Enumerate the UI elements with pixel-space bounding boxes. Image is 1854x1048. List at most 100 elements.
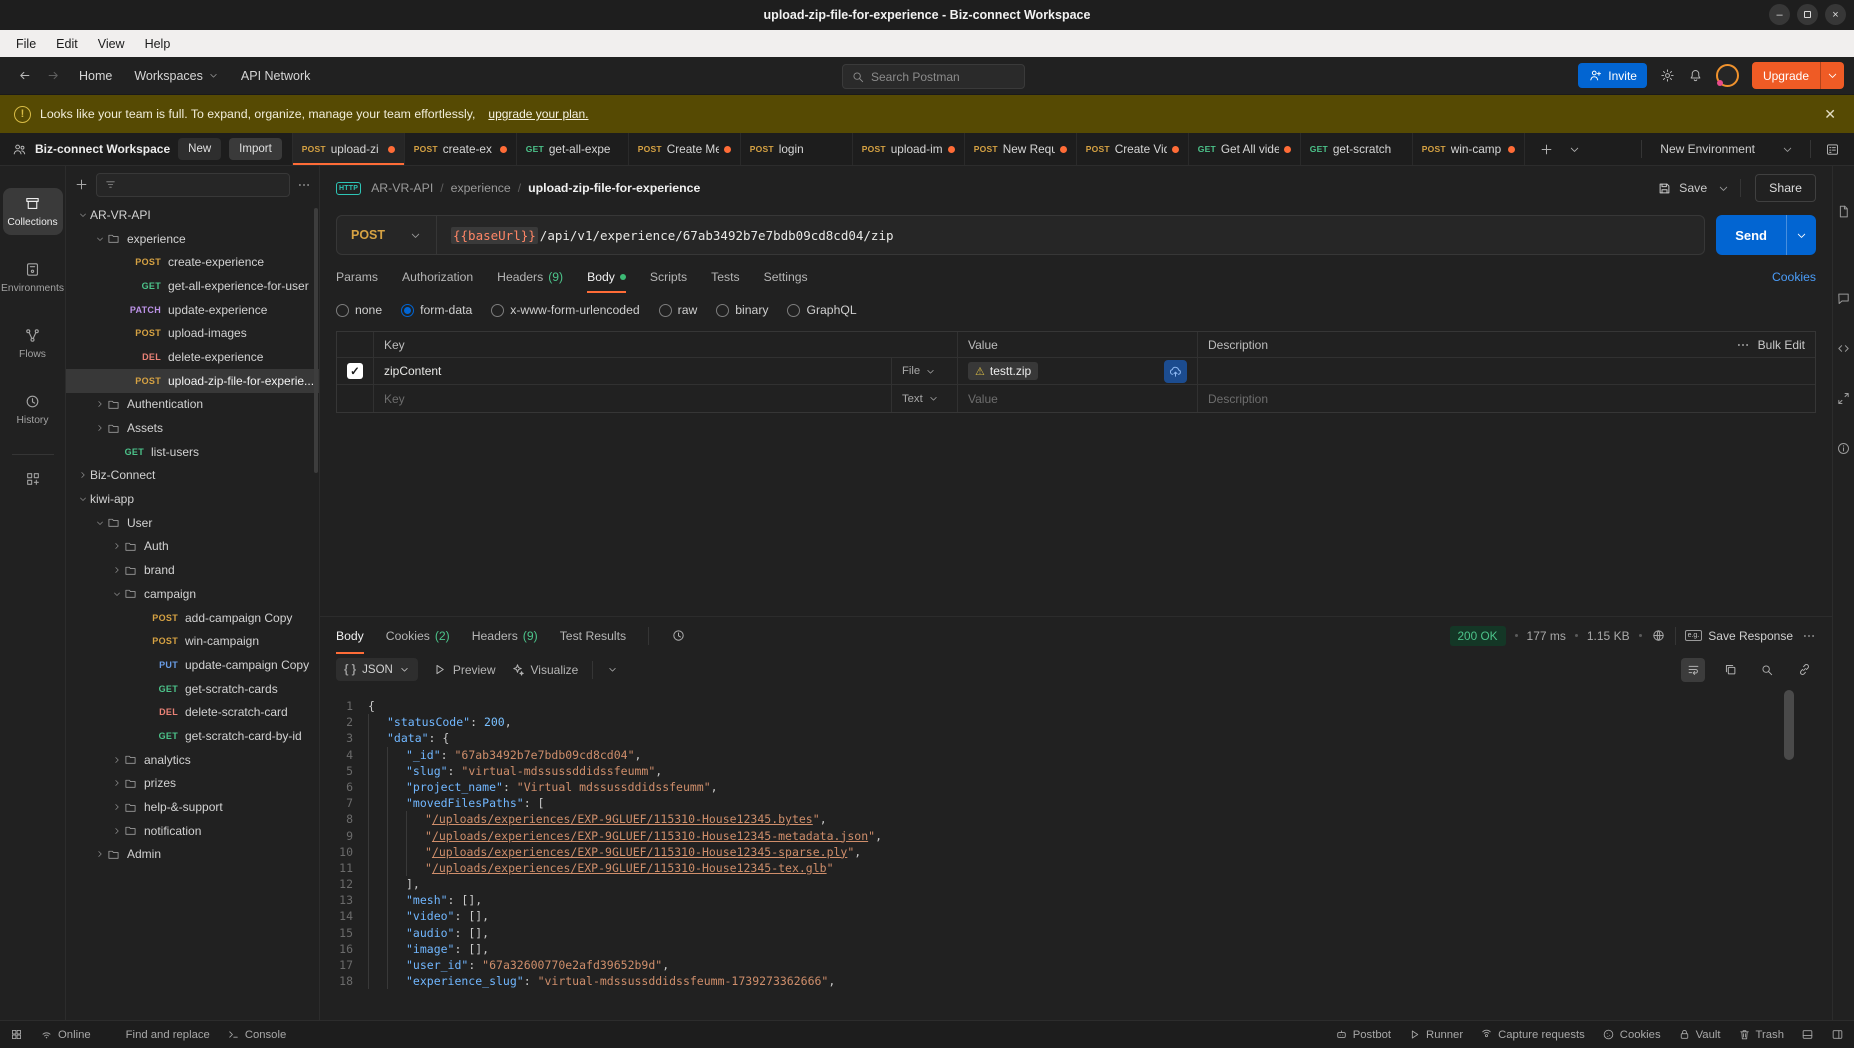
import-button[interactable]: Import	[229, 138, 282, 160]
row-checkbox[interactable]: ✓	[347, 363, 363, 379]
upload-file-icon[interactable]	[1164, 360, 1187, 383]
bell-icon[interactable]	[1688, 68, 1703, 83]
statusbar-cookies[interactable]: Cookies	[1602, 1028, 1661, 1041]
documentation-icon[interactable]	[1836, 204, 1851, 219]
copy-icon[interactable]	[1718, 658, 1742, 682]
tree-request-win-campaign[interactable]: POSTwin-campaign	[66, 629, 319, 653]
preview-button[interactable]: Preview	[432, 662, 496, 677]
tree-request-upload-zip-file-for-experie-[interactable]: POSTupload-zip-file-for-experie...	[66, 369, 319, 393]
menu-help[interactable]: Help	[135, 34, 181, 54]
radio-icon[interactable]	[336, 304, 349, 317]
chevron-down-icon[interactable]	[93, 234, 107, 244]
tab-menu-chevron-icon[interactable]	[1568, 143, 1581, 156]
chevron-right-icon[interactable]	[110, 755, 124, 765]
share-button[interactable]: Share	[1755, 174, 1816, 202]
forward-arrow-icon[interactable]	[46, 68, 61, 83]
invite-button[interactable]: Invite	[1578, 63, 1647, 88]
tree-request-get-all-experience-for-user[interactable]: GETget-all-experience-for-user	[66, 274, 319, 298]
request-tab-win-camp[interactable]: POSTwin-camp	[1413, 133, 1525, 165]
sidebar-filter-input[interactable]	[96, 173, 290, 197]
upgrade-plan-link[interactable]: upgrade your plan.	[488, 107, 588, 121]
tab-headers[interactable]: Headers(9)	[497, 260, 563, 293]
body-type-binary[interactable]: binary	[716, 303, 768, 317]
tree-folder-admin[interactable]: Admin	[66, 843, 319, 867]
sidebar-more-icon[interactable]	[297, 178, 311, 192]
request-tab-get-all-expe[interactable]: GETget-all-expe	[517, 133, 629, 165]
request-tab-create-me[interactable]: POSTCreate Me	[629, 133, 741, 165]
menu-view[interactable]: View	[88, 34, 135, 54]
chevron-down-icon[interactable]	[110, 589, 124, 599]
more-tools-icon[interactable]	[25, 471, 41, 487]
format-select[interactable]: { } JSON	[336, 658, 418, 681]
add-tab-icon[interactable]	[1539, 142, 1554, 157]
file-path-link[interactable]: /uploads/experiences/EXP-9GLUEF/115310-H…	[432, 860, 827, 876]
file-path-link[interactable]: /uploads/experiences/EXP-9GLUEF/115310-H…	[432, 811, 813, 827]
statusbar-trash[interactable]: Trash	[1738, 1028, 1784, 1041]
menu-edit[interactable]: Edit	[46, 34, 88, 54]
tree-request-create-experience[interactable]: POSTcreate-experience	[66, 250, 319, 274]
code-scrollbar[interactable]	[1784, 690, 1794, 760]
statusbar-grid-icon[interactable]	[10, 1028, 23, 1041]
tab-body[interactable]: Body	[587, 260, 626, 293]
tree-request-update-campaign-copy[interactable]: PUTupdate-campaign Copy	[66, 653, 319, 677]
tree-folder-brand[interactable]: brand	[66, 558, 319, 582]
value-cell[interactable]: ⚠ testt.zip	[958, 358, 1198, 385]
url-input[interactable]: {{baseUrl}} /api/v1/experience/67ab3492b…	[437, 227, 908, 244]
chevron-right-icon[interactable]	[110, 826, 124, 836]
radio-icon[interactable]	[491, 304, 504, 317]
response-tab-body[interactable]: Body	[336, 617, 364, 654]
response-body-viewer[interactable]: 1{2"statusCode": 200,3"data": {4"_id": "…	[320, 685, 1832, 1020]
statusbar-panel-right-icon[interactable]	[1831, 1028, 1844, 1041]
menu-file[interactable]: File	[6, 34, 46, 54]
related-requests-icon[interactable]	[1836, 391, 1851, 406]
request-tab-upload-zi[interactable]: POSTupload-zi	[293, 133, 405, 165]
send-button[interactable]: Send	[1716, 215, 1816, 255]
radio-icon[interactable]	[659, 304, 672, 317]
sidebar-item-environments[interactable]: Environments	[3, 254, 63, 301]
save-response-button[interactable]: e.g.Save Response	[1685, 629, 1793, 643]
statusbar-capture-requests[interactable]: Capture requests	[1480, 1028, 1585, 1041]
radio-icon[interactable]	[716, 304, 729, 317]
chevron-right-icon[interactable]	[93, 399, 107, 409]
radio-icon[interactable]	[401, 304, 414, 317]
tree-collection-kiwi-app[interactable]: kiwi-app	[66, 487, 319, 511]
statusbar-panel-bottom-icon[interactable]	[1801, 1028, 1814, 1041]
environment-selector[interactable]: New Environment	[1642, 142, 1781, 156]
request-tab-get-all-vide[interactable]: GETGet All vide	[1189, 133, 1301, 165]
tab-scripts[interactable]: Scripts	[650, 260, 687, 293]
response-history-icon[interactable]	[671, 628, 686, 643]
tree-request-get-scratch-cards[interactable]: GETget-scratch-cards	[66, 677, 319, 701]
radio-icon[interactable]	[787, 304, 800, 317]
chevron-down-icon[interactable]	[76, 494, 90, 504]
tree-folder-authentication[interactable]: Authentication	[66, 393, 319, 417]
file-path-link[interactable]: /uploads/experiences/EXP-9GLUEF/115310-H…	[432, 844, 847, 860]
type-select[interactable]: Text	[892, 385, 958, 412]
sidebar-item-collections[interactable]: Collections	[3, 188, 63, 235]
tree-request-list-users[interactable]: GETlist-users	[66, 440, 319, 464]
search-input[interactable]: Search Postman	[842, 64, 1025, 89]
chevron-right-icon[interactable]	[76, 470, 90, 480]
tree-request-upload-images[interactable]: POSTupload-images	[66, 321, 319, 345]
file-chip[interactable]: ⚠ testt.zip	[968, 362, 1038, 380]
code-snippet-icon[interactable]	[1836, 341, 1851, 356]
body-type-none[interactable]: none	[336, 303, 382, 317]
statusbar-online[interactable]: Online	[40, 1028, 91, 1041]
wrap-text-icon[interactable]	[1681, 658, 1705, 682]
info-icon[interactable]	[1836, 441, 1851, 456]
tree-request-delete-experience[interactable]: DELdelete-experience	[66, 345, 319, 369]
request-tab-login[interactable]: POSTlogin	[741, 133, 853, 165]
tree-folder-analytics[interactable]: analytics	[66, 748, 319, 772]
tree-request-get-scratch-card-by-id[interactable]: GETget-scratch-card-by-id	[66, 724, 319, 748]
request-tab-new-requ[interactable]: POSTNew Requ	[965, 133, 1077, 165]
tab-settings[interactable]: Settings	[764, 260, 808, 293]
send-options-chevron-icon[interactable]	[1786, 215, 1816, 255]
request-tab-get-scratch[interactable]: GETget-scratch	[1301, 133, 1413, 165]
method-select[interactable]: POST	[337, 216, 437, 254]
body-type-form-data[interactable]: form-data	[401, 303, 472, 317]
nav-item-home[interactable]: Home	[68, 64, 123, 88]
key-cell[interactable]: zipContent	[374, 358, 892, 385]
sidebar-item-history[interactable]: History	[3, 386, 63, 433]
response-tab-cookies[interactable]: Cookies(2)	[386, 617, 450, 654]
type-select[interactable]: File	[892, 358, 958, 385]
tree-folder-prizes[interactable]: prizes	[66, 772, 319, 796]
